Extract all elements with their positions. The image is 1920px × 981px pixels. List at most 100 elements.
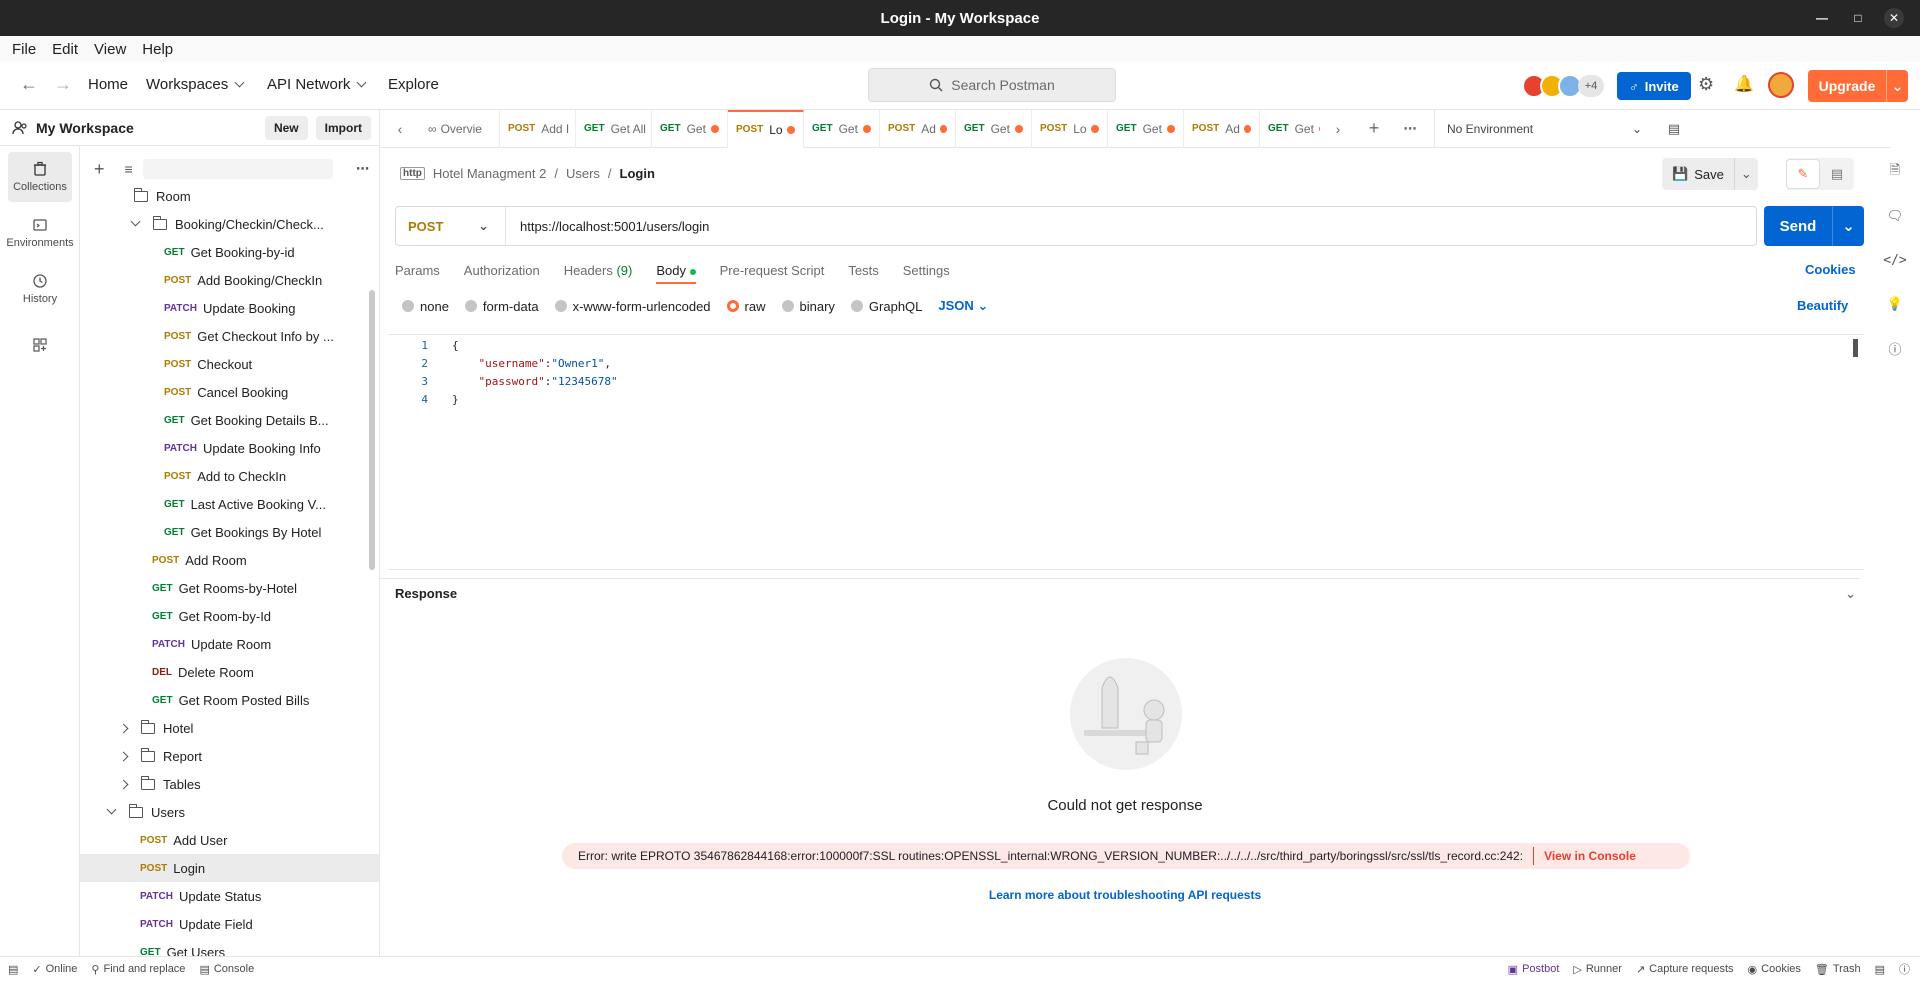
tree-search-input[interactable] bbox=[142, 159, 333, 179]
body-mode-graphql[interactable]: GraphQL bbox=[850, 299, 922, 314]
chevron-down-icon[interactable]: ⌄ bbox=[1886, 70, 1908, 102]
avatar-group[interactable]: +4 bbox=[1522, 74, 1604, 98]
save-main[interactable]: 💾 Save bbox=[1662, 166, 1734, 182]
chevron-right-icon[interactable] bbox=[118, 751, 129, 761]
tree-folder[interactable]: Booking/Checkin/Check... bbox=[80, 210, 379, 238]
gear-icon[interactable]: ⚙ bbox=[1698, 74, 1714, 95]
nav-home[interactable]: Home bbox=[88, 76, 128, 93]
code-snippet-icon[interactable]: </> bbox=[1870, 238, 1920, 282]
menu-help[interactable]: Help bbox=[136, 41, 179, 58]
body-mode-form-data[interactable]: form-data bbox=[464, 299, 539, 314]
breadcrumb-collection[interactable]: Hotel Managment 2 bbox=[433, 166, 546, 181]
menu-view[interactable]: View bbox=[88, 41, 132, 58]
environment-select[interactable]: No Environment ⌄ bbox=[1434, 109, 1654, 148]
tree-request[interactable]: DEL Delete Room bbox=[80, 658, 379, 686]
tab-scroll-left-icon[interactable]: ‹ bbox=[380, 121, 420, 137]
request-tab[interactable]: GET Get bbox=[1108, 109, 1184, 148]
tree-request[interactable]: POST Add Room bbox=[80, 546, 379, 574]
rail-history[interactable]: History bbox=[8, 264, 72, 314]
cookies-button[interactable]: ◉ Cookies bbox=[1748, 963, 1801, 976]
tree-request[interactable]: POST Login bbox=[80, 854, 379, 882]
save-button[interactable]: 💾 Save ⌄ bbox=[1662, 158, 1758, 190]
plus-icon[interactable]: + bbox=[94, 159, 105, 180]
tree-request[interactable]: GET Get Room Posted Bills bbox=[80, 686, 379, 714]
back-arrow-icon[interactable]: ← bbox=[20, 74, 38, 95]
body-mode-raw[interactable]: raw bbox=[726, 299, 766, 314]
request-tab[interactable]: POST Ad bbox=[880, 109, 956, 148]
invite-button[interactable]: ♂ Invite bbox=[1617, 72, 1691, 100]
find-replace[interactable]: ⚲ Find and replace bbox=[91, 963, 185, 976]
rail-collections[interactable]: Collections bbox=[8, 152, 72, 202]
more-icon[interactable]: ⋯ bbox=[356, 161, 369, 177]
request-tab[interactable]: POST Lo bbox=[728, 109, 804, 148]
lightbulb-icon[interactable]: 💡 bbox=[1870, 282, 1920, 326]
tree-request[interactable]: POST Add to CheckIn bbox=[80, 462, 379, 490]
url-input[interactable]: https://localhost:5001/users/login bbox=[506, 219, 709, 234]
body-mode-urlencoded[interactable]: x-www-form-urlencoded bbox=[554, 299, 711, 314]
menu-file[interactable]: File bbox=[6, 41, 42, 58]
request-tab[interactable]: GET Get bbox=[652, 109, 728, 148]
info-icon[interactable]: ⓘ bbox=[1870, 326, 1920, 370]
sidebar-toggle-icon[interactable]: ▤ bbox=[8, 963, 18, 976]
avatar[interactable] bbox=[1768, 72, 1794, 98]
method-select[interactable]: POST ⌄ bbox=[396, 207, 506, 245]
nav-workspaces[interactable]: Workspaces bbox=[146, 76, 245, 93]
search-input[interactable]: Search Postman bbox=[868, 68, 1116, 102]
tree-scrollbar[interactable] bbox=[369, 290, 375, 570]
upgrade-button[interactable]: Upgrade ⌄ bbox=[1808, 70, 1908, 102]
request-tab[interactable]: POST Ad bbox=[1184, 109, 1260, 148]
tree-folder[interactable]: Room bbox=[80, 182, 379, 210]
tab-headers[interactable]: Headers (9) bbox=[564, 263, 633, 278]
cookies-link[interactable]: Cookies bbox=[1805, 262, 1856, 277]
request-tab[interactable]: GET Get bbox=[804, 109, 880, 148]
tab-more-icon[interactable]: ⋯ bbox=[1392, 121, 1428, 137]
layout-icon[interactable]: ▤ bbox=[1875, 963, 1885, 976]
send-button[interactable]: Send ⌄ bbox=[1764, 206, 1864, 246]
tree-folder[interactable]: Hotel bbox=[80, 714, 379, 742]
console-button[interactable]: ▤ Console bbox=[199, 963, 254, 976]
body-mode-none[interactable]: none bbox=[402, 299, 449, 314]
request-tab[interactable]: GET Get bbox=[956, 109, 1032, 148]
tree-folder[interactable]: Report bbox=[80, 742, 379, 770]
tree-request[interactable]: PATCH Update Field bbox=[80, 910, 379, 938]
tree-request[interactable]: GET Get Users bbox=[80, 938, 379, 957]
new-tab-plus-icon[interactable]: + bbox=[1356, 118, 1392, 139]
beautify-link[interactable]: Beautify bbox=[1797, 298, 1848, 313]
tree-request[interactable]: PATCH Update Booking bbox=[80, 294, 379, 322]
tab-pre-request-script[interactable]: Pre-request Script bbox=[720, 263, 825, 278]
chevron-down-icon[interactable]: ⌄ bbox=[1733, 158, 1758, 190]
chevron-down-icon[interactable] bbox=[130, 216, 141, 226]
tree-request[interactable]: GET Last Active Booking V... bbox=[80, 490, 379, 518]
tab-settings[interactable]: Settings bbox=[903, 263, 950, 278]
tab-body[interactable]: Body bbox=[656, 263, 696, 284]
bell-icon[interactable]: 🔔 bbox=[1734, 74, 1754, 94]
breadcrumb-folder[interactable]: Users bbox=[566, 166, 600, 181]
filter-icon[interactable]: ≡ bbox=[125, 161, 133, 177]
request-tab[interactable]: GET Get All bbox=[576, 109, 652, 148]
import-button[interactable]: Import bbox=[315, 115, 371, 140]
close-icon[interactable]: ✕ bbox=[1884, 8, 1904, 28]
tree-request[interactable]: PATCH Update Room bbox=[80, 630, 379, 658]
environment-quick-look-icon[interactable]: ▤ bbox=[1654, 121, 1694, 137]
nav-api-network[interactable]: API Network bbox=[267, 76, 367, 93]
request-tab[interactable]: POST Add I bbox=[500, 109, 576, 148]
tree-request[interactable]: POST Add User bbox=[80, 826, 379, 854]
tree-request[interactable]: POST Add Booking/CheckIn bbox=[80, 266, 379, 294]
body-mode-binary[interactable]: binary bbox=[781, 299, 835, 314]
tab-authorization[interactable]: Authorization bbox=[464, 263, 540, 278]
new-button[interactable]: New bbox=[264, 115, 308, 140]
chevron-right-icon[interactable] bbox=[118, 723, 129, 733]
troubleshooting-link[interactable]: Learn more about troubleshooting API req… bbox=[0, 888, 1920, 902]
runner-button[interactable]: ▷ Runner bbox=[1573, 963, 1622, 976]
tree-request[interactable]: GET Get Booking Details B... bbox=[80, 406, 379, 434]
comment-icon[interactable]: ▤ bbox=[1820, 166, 1854, 182]
nav-explore[interactable]: Explore bbox=[388, 76, 439, 93]
menu-edit[interactable]: Edit bbox=[46, 41, 84, 58]
tab-scroll-right-icon[interactable]: › bbox=[1320, 121, 1356, 137]
request-tab[interactable]: ∞ Overvie bbox=[420, 109, 500, 148]
maximize-icon[interactable]: □ bbox=[1848, 8, 1868, 28]
tree-request[interactable]: GET Get Room-by-Id bbox=[80, 602, 379, 630]
view-in-console-link[interactable]: View in Console bbox=[1544, 849, 1636, 863]
forward-arrow-icon[interactable]: → bbox=[54, 74, 72, 95]
documentation-icon[interactable]: 🗎 bbox=[1870, 150, 1920, 194]
